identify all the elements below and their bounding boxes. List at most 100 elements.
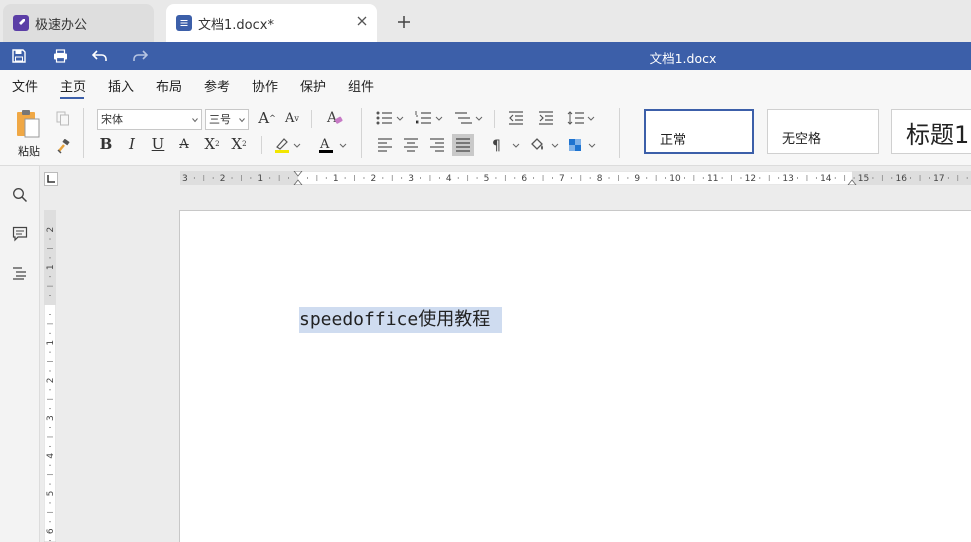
strikethrough-button[interactable]: A <box>175 135 193 153</box>
subscript-button[interactable]: X2 <box>228 135 250 153</box>
style-normal[interactable]: 正常 <box>644 109 754 154</box>
quick-access-bar: 文档1.docx <box>0 42 971 70</box>
window-title: 文档1.docx <box>649 51 717 66</box>
svg-text:¶: ¶ <box>492 138 501 153</box>
superscript-button[interactable]: X2 <box>201 135 223 153</box>
font-color-button[interactable]: A <box>316 135 348 155</box>
save-icon[interactable] <box>10 47 28 65</box>
close-icon[interactable] <box>355 14 369 28</box>
comment-icon[interactable] <box>10 224 30 244</box>
shading-button[interactable] <box>529 135 561 155</box>
ruler-label: 2 <box>46 227 56 233</box>
ruler-label: 7 <box>559 174 565 184</box>
paste-label: 粘贴 <box>18 145 40 158</box>
ruler-label: 17 <box>933 174 944 184</box>
paste-button[interactable] <box>12 108 44 140</box>
document-page[interactable]: speedoffice使用教程 <box>179 210 971 542</box>
subscript-icon: X <box>231 135 243 153</box>
menu-plugins[interactable]: 组件 <box>348 76 374 95</box>
shrink-font-icon: A <box>285 110 295 126</box>
ruler-label: 14 <box>820 174 832 184</box>
vertical-ruler[interactable]: 2 1 1 2 3 4 5 6 <box>44 210 56 542</box>
numbered-list-button[interactable] <box>414 108 444 128</box>
font-size-select[interactable]: 三号 <box>205 109 249 130</box>
borders-button[interactable] <box>567 135 599 155</box>
align-left-icon[interactable] <box>375 135 395 155</box>
underline-button[interactable]: U <box>149 135 167 153</box>
ruler-label: 11 <box>707 174 718 184</box>
copy-icon[interactable] <box>54 109 72 127</box>
separator <box>261 136 262 154</box>
menu-collaborate[interactable]: 协作 <box>252 76 278 95</box>
undo-icon[interactable] <box>91 47 109 65</box>
style-no-spacing-label: 无空格 <box>782 132 822 147</box>
menu-file[interactable]: 文件 <box>12 76 38 95</box>
navigation-icon[interactable] <box>10 263 30 283</box>
clear-format-icon[interactable]: A <box>325 108 345 128</box>
rocket-icon <box>13 15 29 31</box>
ruler-label: 10 <box>669 174 681 184</box>
style-heading-1-label: 标题1 <box>906 121 970 149</box>
left-sidebar <box>0 166 40 542</box>
increase-indent-icon[interactable] <box>536 108 556 128</box>
menu-references[interactable]: 参考 <box>204 76 230 95</box>
tab-document[interactable]: 文档1.docx* <box>166 4 377 42</box>
ruler-label: 9 <box>634 174 640 184</box>
grow-font-icon: A <box>258 109 270 127</box>
multilevel-list-button[interactable] <box>453 108 483 128</box>
menu-insert[interactable]: 插入 <box>108 76 134 95</box>
menu-protect[interactable]: 保护 <box>300 76 326 95</box>
print-icon[interactable] <box>51 47 69 65</box>
ruler-label: 1 <box>257 174 263 184</box>
separator <box>83 108 84 158</box>
menu-layout[interactable]: 布局 <box>156 76 182 95</box>
superscript-icon: X <box>204 135 216 153</box>
document-text[interactable]: speedoffice使用教程 <box>299 307 503 333</box>
ruler-label: 2 <box>371 174 377 184</box>
svg-text:A: A <box>326 110 338 126</box>
ruler-label: 6 <box>46 528 56 534</box>
ruler-label: 4 <box>446 174 452 184</box>
tab-home-label: 极速办公 <box>35 17 88 33</box>
style-heading-1[interactable]: 标题1 <box>891 109 971 154</box>
chevron-down-icon <box>239 118 245 123</box>
ruler-label: 1 <box>46 340 56 346</box>
style-normal-label: 正常 <box>660 133 687 148</box>
justify-icon[interactable] <box>452 134 474 156</box>
search-icon[interactable] <box>10 185 30 205</box>
style-no-spacing[interactable]: 无空格 <box>767 109 879 154</box>
italic-button[interactable]: I <box>123 135 141 153</box>
tab-strip: 极速办公 文档1.docx* <box>0 0 971 42</box>
chevron-down-icon <box>192 118 198 123</box>
format-painter-icon[interactable] <box>54 137 72 155</box>
add-tab-icon[interactable] <box>395 13 413 31</box>
shrink-font-button[interactable]: Av <box>282 108 302 128</box>
tab-home[interactable]: 极速办公 <box>3 4 154 42</box>
line-spacing-button[interactable] <box>567 108 597 128</box>
ruler-label: 15 <box>858 174 869 184</box>
ruler-label: 13 <box>782 174 793 184</box>
ruler-label: 3 <box>182 174 188 184</box>
ribbon-toolbar: 粘贴 宋体 三号 A ^ Av A B I U A X2 X2 A ¶ 正常 无… <box>0 100 971 166</box>
font-family-select[interactable]: 宋体 <box>97 109 202 130</box>
paragraph-marks-button[interactable]: ¶ <box>490 135 522 155</box>
ruler-label: 4 <box>46 453 56 459</box>
highlight-button[interactable] <box>272 135 302 155</box>
grow-font-button[interactable]: A ^ <box>257 108 277 128</box>
decrease-indent-icon[interactable] <box>506 108 526 128</box>
ruler-label: 2 <box>220 174 226 184</box>
align-center-icon[interactable] <box>401 135 421 155</box>
tab-stop-selector[interactable] <box>44 172 58 186</box>
redo-icon[interactable] <box>131 47 149 65</box>
ruler-label: 16 <box>895 174 907 184</box>
horizontal-ruler[interactable]: 3 2 1 1 2 3 4 5 6 7 8 9 10 11 12 13 14 15 16 17 <box>180 171 971 185</box>
bullet-list-button[interactable] <box>375 108 405 128</box>
menu-home[interactable]: 主页 <box>60 76 86 95</box>
ruler-label: 5 <box>46 491 56 497</box>
ruler-label: 8 <box>597 174 603 184</box>
bold-button[interactable]: B <box>97 135 115 153</box>
ribbon-tabs: 文件 主页 插入 布局 参考 协作 保护 组件 <box>0 70 971 100</box>
ruler-label: 2 <box>46 378 56 384</box>
align-right-icon[interactable] <box>427 135 447 155</box>
svg-text:A: A <box>319 137 330 152</box>
